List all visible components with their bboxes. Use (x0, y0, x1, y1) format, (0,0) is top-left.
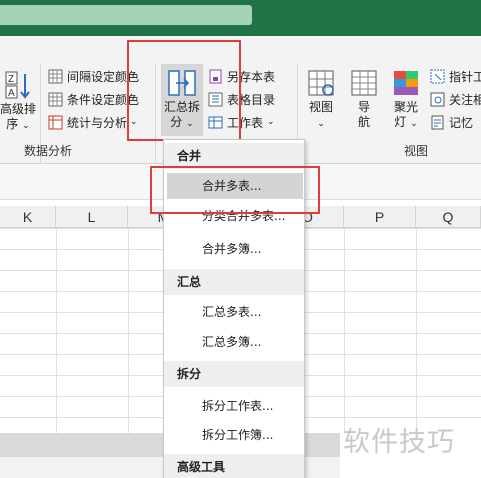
advanced-sort-button[interactable]: Z A 高级排 序 ⌄ (0, 70, 36, 134)
view-grid-icon (308, 70, 334, 96)
advanced-sort-label-1: 高级排 (0, 102, 37, 116)
summary-split-button[interactable]: 汇总拆 分 ⌄ (161, 68, 203, 132)
chevron-down-icon: ⌄ (186, 119, 194, 129)
table-grid-icon (48, 69, 63, 83)
memory-button[interactable]: 记忆 (430, 112, 473, 132)
summary-split-dropdown-menu: 合并 合并多表... 分类合并多表... 合并多簿... 汇总 汇总多表... … (163, 139, 305, 478)
table-directory-button[interactable]: 表格目录 (208, 89, 275, 109)
worksheet-label: 工作表 (227, 115, 264, 130)
separator (155, 64, 156, 164)
chevron-down-icon: ⌄ (130, 117, 138, 127)
menu-section-split: 拆分 (164, 361, 304, 387)
menu-item-split-workbook[interactable]: 拆分工作簿... (164, 422, 304, 448)
memory-icon (431, 115, 444, 129)
navigate-label-1: 导 (357, 100, 370, 114)
column-header-k[interactable]: K (0, 206, 56, 228)
column-header-p[interactable]: P (344, 206, 416, 228)
column-header-q[interactable]: Q (416, 206, 481, 228)
save-table-icon (209, 69, 222, 83)
view-button[interactable]: 视图 ⌄ (303, 68, 339, 132)
stats-table-icon (48, 115, 63, 129)
menu-item-split-worksheet[interactable]: 拆分工作表... (164, 393, 304, 419)
pointer-icon (430, 69, 445, 83)
svg-text:Z: Z (8, 74, 14, 85)
data-analysis-group-label: 数据分析 (24, 144, 73, 158)
chevron-down-icon: ⌄ (267, 117, 275, 127)
menu-item-merge-multi-sheet[interactable]: 合并多表... (167, 173, 303, 199)
condition-color-button[interactable]: 条件设定颜色 (48, 89, 139, 109)
focus-cell-button[interactable]: 关注相 (430, 89, 481, 109)
interval-color-button[interactable]: 间隔设定颜色 (48, 66, 139, 86)
advanced-sort-label-2: 序 (6, 117, 19, 131)
pointer-tool-label: 指针工 (449, 69, 481, 84)
navigation-grid-icon (351, 70, 377, 96)
watermark: 软件技巧 (343, 427, 455, 458)
menu-item-summary-multi-sheet[interactable]: 汇总多表... (164, 299, 304, 325)
view-label: 视图 (308, 100, 333, 114)
spotlight-label-2: 灯 (394, 115, 407, 129)
summary-split-label-1: 汇总拆 (163, 100, 200, 114)
worksheet-icon (208, 116, 223, 128)
condition-color-label: 条件设定颜色 (67, 92, 140, 107)
title-bar (0, 0, 481, 36)
summary-split-label-2: 分 (170, 115, 183, 129)
memory-label: 记忆 (449, 115, 474, 130)
navigate-label-2: 航 (357, 115, 370, 129)
interval-color-label: 间隔设定颜色 (67, 69, 140, 84)
spotlight-button[interactable]: 聚光 灯 ⌄ (388, 68, 424, 132)
stats-analysis-button[interactable]: 统计与分析 ⌄ (48, 112, 138, 132)
stats-analysis-label: 统计与分析 (67, 115, 128, 130)
navigate-button[interactable]: 导 航 (346, 68, 382, 130)
spotlight-label-1: 聚光 (393, 100, 418, 114)
save-as-table-label: 另存本表 (227, 69, 276, 84)
table-grid-icon (48, 92, 63, 106)
title-bar-highlight (0, 5, 252, 25)
grid-line (56, 228, 57, 433)
column-header-l[interactable]: L (56, 206, 128, 228)
view-group-label: 视图 (404, 144, 429, 158)
sort-az-icon: Z A (5, 71, 30, 99)
grid-line (344, 228, 345, 433)
worksheet-button[interactable]: 工作表 ⌄ (208, 112, 275, 132)
grid-line (416, 228, 417, 433)
chevron-down-icon: ⌄ (410, 119, 418, 129)
menu-section-merge: 合并 (164, 143, 304, 169)
svg-text:A: A (8, 88, 15, 99)
menu-item-classify-merge[interactable]: 分类合并多表... (164, 203, 304, 229)
table-directory-label: 表格目录 (227, 92, 276, 107)
menu-item-merge-multi-book[interactable]: 合并多簿... (164, 236, 304, 262)
merge-split-icon (168, 70, 196, 96)
menu-item-summary-multi-book[interactable]: 汇总多簿... (164, 329, 304, 355)
chevron-down-icon: ⌄ (317, 119, 325, 129)
directory-icon (208, 92, 223, 106)
grid-line (128, 228, 129, 433)
focus-icon (430, 92, 445, 106)
spotlight-icon (394, 71, 418, 95)
save-as-table-button[interactable]: 另存本表 (208, 66, 275, 86)
menu-section-summary: 汇总 (164, 269, 304, 295)
pointer-tool-button[interactable]: 指针工 (430, 66, 481, 86)
chevron-down-icon: ⌄ (22, 121, 30, 131)
menu-section-advanced-tools: 高级工具 (164, 454, 304, 478)
focus-cell-label: 关注相 (449, 92, 481, 107)
